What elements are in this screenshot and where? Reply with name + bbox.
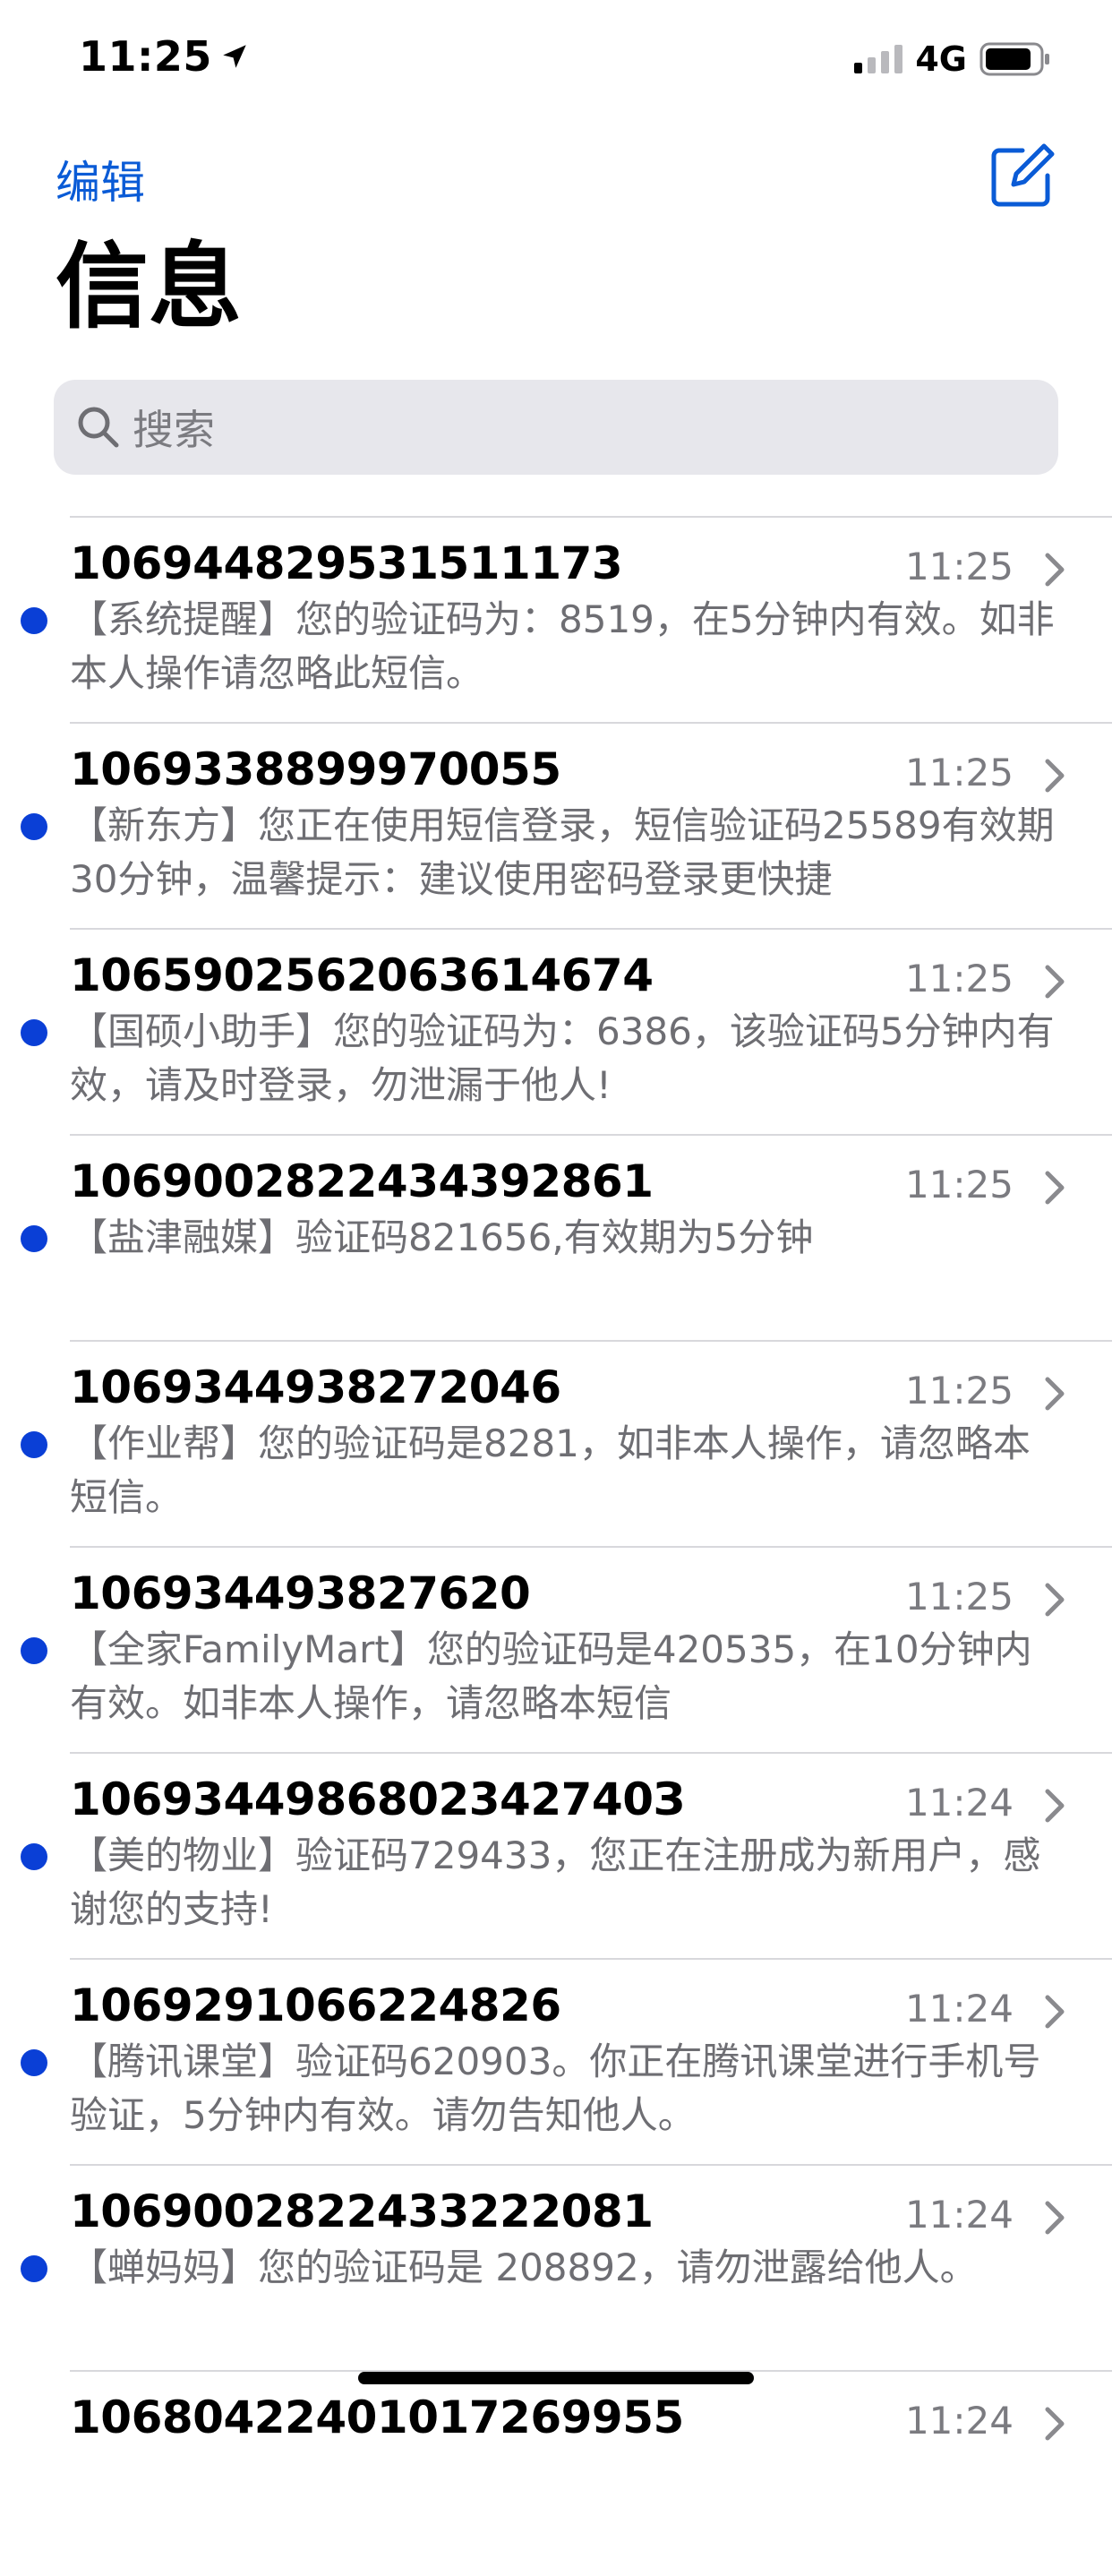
message-sender: 1069002822434392861 (70, 1155, 654, 1207)
message-sender: 1065902562063614674 (70, 949, 654, 1001)
unread-dot-icon (21, 1019, 47, 1046)
unread-dot-icon (21, 1637, 47, 1664)
message-row[interactable]: 1069002822433222081 11:24 【蝉妈妈】您的验证码是 20… (21, 2164, 1112, 2370)
message-time: 11:25 (904, 545, 1014, 588)
message-row[interactable]: 10680422401017269955 11:24 (70, 2370, 1112, 2576)
message-time: 11:25 (904, 1369, 1014, 1413)
message-row[interactable]: 106934493827620 11:25 【全家FamilyMart】您的验证… (21, 1546, 1112, 1752)
message-time: 11:24 (904, 2193, 1014, 2237)
chevron-right-icon (1045, 1583, 1065, 1617)
chevron-right-icon (1045, 1377, 1065, 1411)
message-row[interactable]: 1069344938272046 11:25 【作业帮】您的验证码是8281，如… (21, 1340, 1112, 1546)
message-preview: 【新东方】您正在使用短信登录，短信验证码25589有效期30分钟，温馨提示：建议… (70, 803, 1055, 901)
message-preview: 【蝉妈妈】您的验证码是 208892，请勿泄露给他人。 (70, 2245, 978, 2289)
message-preview: 【作业帮】您的验证码是8281，如非本人操作，请忽略本短信。 (70, 1421, 1031, 1519)
chevron-right-icon (1045, 1995, 1065, 2029)
cellular-signal-icon (854, 45, 903, 73)
message-preview: 【美的物业】验证码729433，您正在注册成为新用户，感谢您的支持! (70, 1833, 1041, 1931)
unread-dot-icon (21, 1431, 47, 1458)
chevron-right-icon (1045, 1171, 1065, 1205)
message-sender: 1069002822433222081 (70, 2185, 654, 2237)
message-time: 11:24 (904, 1781, 1014, 1825)
message-row[interactable]: 1069338899970055 11:25 【新东方】您正在使用短信登录，短信… (21, 722, 1112, 928)
page-title: 信息 (56, 232, 243, 341)
location-arrow-icon (223, 45, 246, 68)
chevron-right-icon (1045, 2407, 1065, 2441)
network-type-label: 4G (915, 39, 967, 79)
search-icon (78, 407, 119, 448)
unread-dot-icon (21, 2049, 47, 2076)
message-sender: 1069338899970055 (70, 743, 561, 795)
chevron-right-icon (1045, 2201, 1065, 2235)
message-row[interactable]: 1069344986802342740З 11:24 【美的物业】验证码7294… (21, 1752, 1112, 1958)
status-time-text: 11:25 (79, 32, 212, 81)
message-time: 11:24 (904, 1987, 1014, 2031)
message-preview: 【系统提醒】您的验证码为：8519，在5分钟内有效。如非本人操作请忽略此短信。 (70, 597, 1055, 695)
battery-icon (979, 42, 1049, 76)
message-time: 11:25 (904, 1575, 1014, 1619)
message-time: 11:24 (904, 2399, 1014, 2443)
message-row[interactable]: 1069291066224826 11:24 【腾讯课堂】验证码620903。你… (21, 1958, 1112, 2164)
message-sender: 1069344938272046 (70, 1361, 561, 1413)
unread-dot-icon (21, 2255, 47, 2282)
search-input[interactable]: 搜索 (54, 380, 1058, 475)
message-row[interactable]: 1065902562063614674 11:25 【国硕小助手】您的验证码为：… (21, 928, 1112, 1134)
message-time: 11:25 (904, 751, 1014, 794)
edit-button[interactable]: 编辑 (56, 147, 145, 211)
message-list: 106944829531511173 11:25 【系统提醒】您的验证码为：85… (0, 516, 1112, 2576)
message-time: 11:25 (904, 957, 1014, 1000)
message-row[interactable]: 1069002822434392861 11:25 【盐津融媒】验证码82165… (21, 1134, 1112, 1340)
message-preview: 【盐津融媒】验证码821656,有效期为5分钟 (70, 1215, 814, 1259)
message-sender: 1069344986802342740З (70, 1773, 685, 1825)
status-bar: 11:25 4G (0, 0, 1112, 120)
chevron-right-icon (1045, 965, 1065, 999)
compose-icon[interactable] (987, 142, 1056, 211)
message-time: 11:25 (904, 1163, 1014, 1206)
unread-dot-icon (21, 607, 47, 634)
unread-dot-icon (21, 1843, 47, 1870)
message-row[interactable]: 106944829531511173 11:25 【系统提醒】您的验证码为：85… (21, 516, 1112, 722)
chevron-right-icon (1045, 759, 1065, 793)
search-placeholder: 搜索 (133, 406, 215, 454)
status-indicators: 4G (854, 39, 1051, 79)
message-preview: 【国硕小助手】您的验证码为：6386，该验证码5分钟内有效，请及时登录，勿泄漏于… (70, 1009, 1055, 1107)
chevron-right-icon (1045, 553, 1065, 587)
chevron-right-icon (1045, 1789, 1065, 1823)
status-time: 11:25 (79, 32, 250, 81)
message-preview: 【腾讯课堂】验证码620903。你正在腾讯课堂进行手机号验证，5分钟内有效。请勿… (70, 2039, 1041, 2137)
message-preview: 【全家FamilyMart】您的验证码是420535，在10分钟内有效。如非本人… (70, 1627, 1032, 1725)
message-sender: 106944829531511173 (70, 537, 623, 589)
home-indicator[interactable] (358, 2372, 754, 2384)
message-sender: 106934493827620 (70, 1567, 531, 1619)
unread-dot-icon (21, 813, 47, 840)
unread-dot-icon (21, 1225, 47, 1252)
message-sender: 10680422401017269955 (70, 2391, 684, 2443)
message-sender: 1069291066224826 (70, 1979, 561, 2031)
